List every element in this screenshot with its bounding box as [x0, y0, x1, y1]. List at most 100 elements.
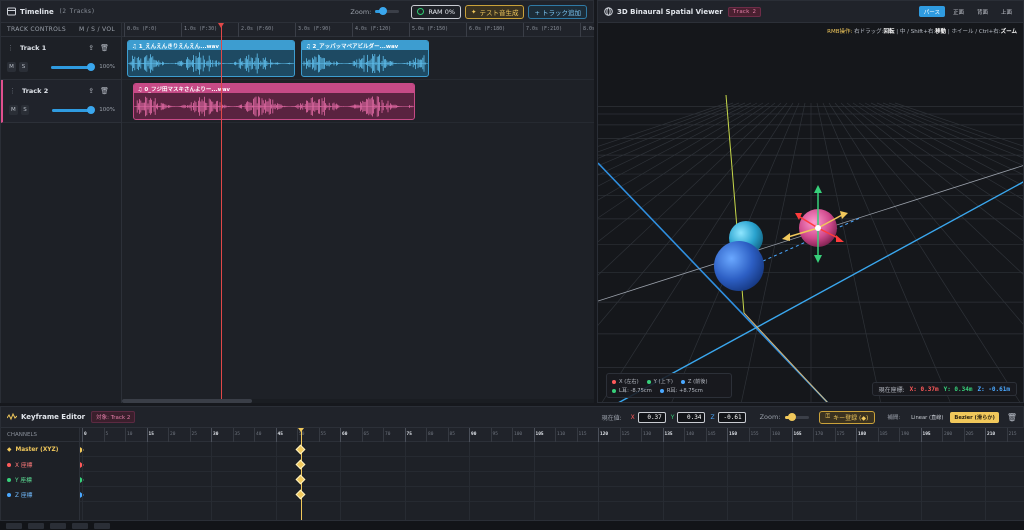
keyframe-zoom-slider[interactable]	[784, 412, 809, 421]
frame-tick-label: 180	[856, 428, 866, 442]
frame-tick-label: 165	[791, 428, 802, 442]
time-tick-label: 6.0s (F:180)	[466, 23, 505, 37]
volume-knob[interactable]	[87, 62, 96, 71]
keyframe-zoom-knob[interactable]	[787, 412, 796, 421]
keyframe-row-master[interactable]	[80, 442, 1024, 457]
channel-x[interactable]: X 座標	[1, 457, 79, 472]
frame-tick-label: 40	[254, 428, 261, 442]
view-front-button[interactable]: 正面	[948, 6, 969, 17]
volume-slider[interactable]	[52, 105, 96, 114]
head-sphere	[714, 241, 764, 291]
keyframe-wave-icon	[7, 413, 17, 421]
gizmo-center[interactable]	[815, 225, 821, 231]
volume-value: 100%	[99, 107, 115, 113]
frame-tick-label: 170	[813, 428, 823, 442]
volume-slider[interactable]	[50, 62, 96, 71]
gizmo-x-arrow-icon[interactable]	[836, 235, 844, 242]
frame-tick-label: 75	[404, 428, 412, 442]
l-ear-dot-icon	[612, 388, 616, 393]
gizmo-y-arrow-icon[interactable]	[814, 185, 822, 193]
frame-tick-label: 60	[340, 428, 347, 442]
keyframe-row-y[interactable]	[80, 472, 1024, 487]
view-top-button[interactable]: 上面	[996, 6, 1017, 17]
timeline-title: Timeline	[20, 7, 54, 16]
delete-keyframe-icon[interactable]: 🗑	[1007, 413, 1017, 422]
solo-button[interactable]: S	[18, 62, 28, 72]
channel-master[interactable]: ◆ Master (XYZ)	[1, 442, 79, 457]
audio-clip[interactable]: ♫ 0_フジ田マスキさんよりー...wav	[132, 83, 415, 120]
view-back-button[interactable]: 背面	[972, 6, 993, 17]
register-key-button[interactable]: ⚿ キー登録 (◆)	[818, 410, 876, 424]
hint-prefix: RMB操作:	[827, 29, 853, 35]
app-window: Timeline (2 Tracks) Zoom: RAM 0% ✦ テスト音生成…	[0, 0, 1024, 530]
status-bar	[0, 520, 1024, 530]
view-perspective-button[interactable]: パース	[918, 6, 945, 17]
gizmo-y-down-arrow-icon[interactable]	[814, 255, 822, 263]
upload-icon[interactable]: ⇪	[88, 44, 100, 52]
frame-tick-label: 30	[211, 428, 218, 442]
legend-l-ear: L耳: -8.75cm	[619, 388, 652, 394]
keyframe-playhead-marker-icon[interactable]	[298, 428, 305, 432]
scrollbar-thumb[interactable]	[122, 399, 252, 403]
timeline-playhead[interactable]	[220, 23, 222, 403]
track-row-1[interactable]: ⋮ Track 1 ⇪🗑 M S 100%	[1, 37, 121, 80]
track-lane-1[interactable]: ♫ 1_えんえんきりえんえん...wav ♫ 2_アッパッマペアビルダー...wa…	[122, 37, 594, 80]
upload-icon[interactable]: ⇪	[88, 87, 100, 95]
ram-button[interactable]: RAM 0%	[411, 4, 462, 19]
frame-tick-label: 175	[834, 428, 845, 442]
timeline-scrollbar[interactable]	[122, 399, 594, 403]
audio-clip[interactable]: ♫ 2_アッパッマペアビルダー...wav	[300, 40, 429, 77]
keyframe-editor-panel: Keyframe Editor 対象: Track 2 現在値: X Y Z Z…	[0, 406, 1024, 520]
add-track-button[interactable]: + トラック追加	[528, 4, 587, 19]
z-dot-icon	[680, 379, 685, 384]
channel-z[interactable]: Z 座標	[1, 487, 79, 502]
drag-handle-icon[interactable]: ⋮	[7, 44, 14, 52]
time-ruler[interactable]: 0.0s (F:0) 1.0s (F:30) 2.0s (F:60) 3.0s (F:…	[122, 23, 594, 37]
hint-zoom-label: ホイール / Ctrl+右:	[951, 29, 1001, 35]
track-controls-title: TRACK CONTROLS	[7, 26, 66, 33]
waveform	[127, 52, 294, 75]
frame-tick-label: 70	[383, 428, 390, 442]
track-row-2[interactable]: ⋮ Track 2 ⇪🗑 M S 100%	[1, 80, 121, 123]
solo-button[interactable]: S	[20, 105, 30, 115]
track-lane-2[interactable]: ♫ 0_フジ田マスキさんよりー...wav	[122, 80, 594, 123]
trash-icon[interactable]: 🗑	[100, 44, 115, 52]
timeline-zoom-slider[interactable]	[375, 7, 400, 15]
frame-ruler[interactable]: 0510152025303540455055606570758085909510…	[80, 428, 1024, 442]
track-name: Track 1	[20, 44, 47, 52]
z-value-input[interactable]	[717, 411, 746, 423]
volume-knob[interactable]	[87, 105, 96, 114]
x-channel-dot-icon	[7, 462, 11, 467]
legend-y: Y (上下)	[653, 379, 673, 385]
interp-bezier-button[interactable]: Bezier (滑らか)	[950, 411, 999, 423]
mute-button[interactable]: M	[7, 62, 16, 72]
interp-linear-button[interactable]: Linear (直線)	[907, 412, 947, 423]
master-diamond-icon: ◆	[7, 446, 12, 453]
trash-icon[interactable]: 🗑	[100, 87, 115, 95]
mute-button[interactable]: M	[9, 105, 18, 115]
clip-label: ♫ 2_アッパッマペアビルダー...wav	[301, 41, 428, 50]
hint-pan: 移動	[935, 29, 947, 35]
test-tone-button[interactable]: ✦ テスト音生成	[465, 4, 525, 19]
gizmo-z-back-arrow-icon[interactable]	[782, 233, 790, 241]
timeline-panel: Timeline (2 Tracks) Zoom: RAM 0% ✦ テスト音生成…	[0, 0, 594, 403]
keyframe-area[interactable]: 0510152025303540455055606570758085909510…	[80, 428, 1024, 520]
frame-tick-label: 140	[684, 428, 694, 442]
x-value-input[interactable]	[637, 411, 666, 423]
timeline-zoom-knob[interactable]	[378, 7, 387, 15]
keyframe-row-x[interactable]	[80, 457, 1024, 472]
hint-rotate: 回転	[883, 29, 895, 35]
y-value-input[interactable]	[677, 411, 706, 423]
drag-handle-icon[interactable]: ⋮	[9, 87, 16, 95]
time-tick-label: 2.0s (F:60)	[238, 23, 274, 37]
channel-y[interactable]: Y 座標	[1, 472, 79, 487]
audio-clip[interactable]: ♫ 1_えんえんきりえんえん...wav	[126, 40, 295, 77]
x-dot-icon	[612, 379, 616, 384]
keyframe-row-z[interactable]	[80, 487, 1024, 502]
playhead-marker-icon[interactable]	[217, 23, 224, 28]
legend-z: Z (前後)	[687, 379, 708, 385]
timeline-area[interactable]: 0.0s (F:0) 1.0s (F:30) 2.0s (F:60) 3.0s (F:…	[122, 23, 594, 403]
3d-scene-canvas[interactable]	[598, 23, 1024, 403]
frame-tick-label: 130	[641, 428, 651, 442]
keyframe-playhead[interactable]	[301, 428, 303, 520]
